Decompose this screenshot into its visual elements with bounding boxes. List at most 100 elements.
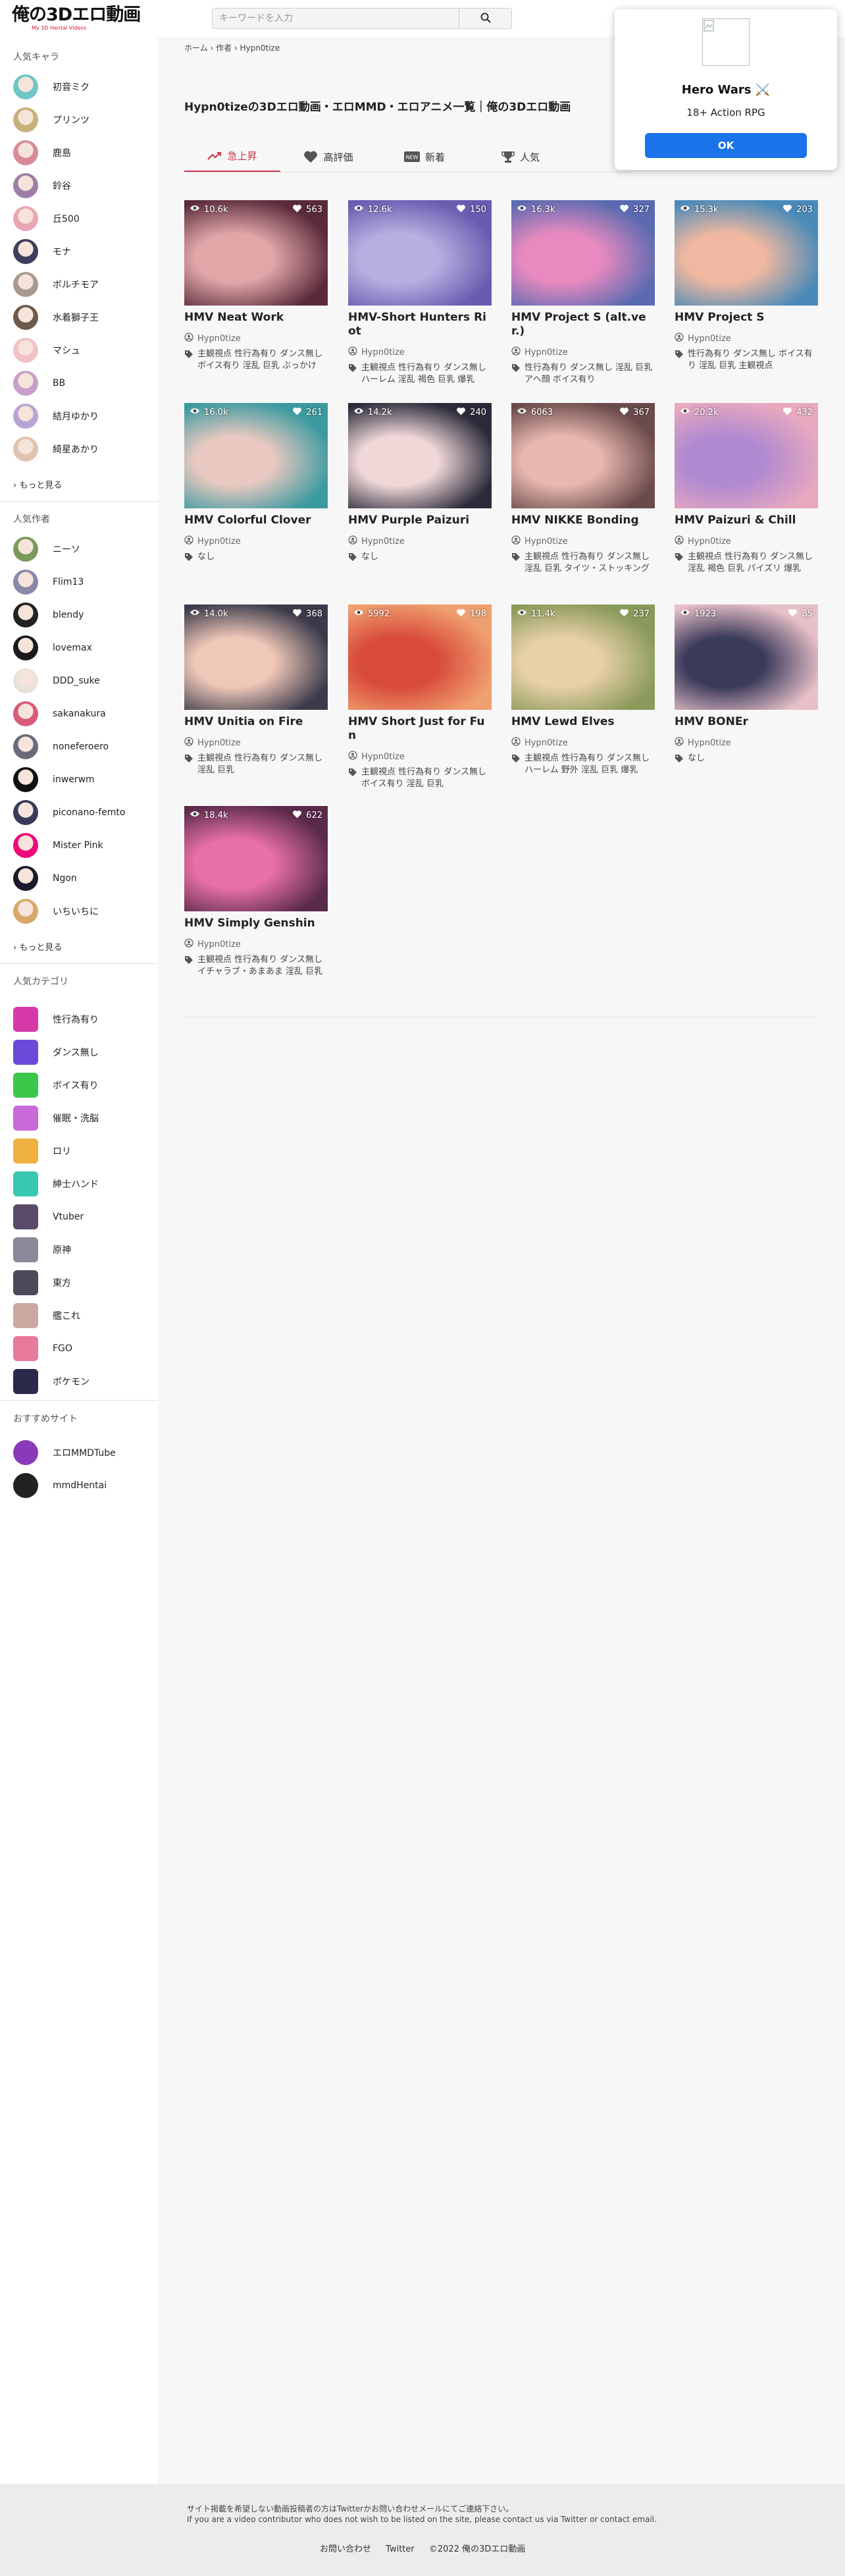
sidebar-item[interactable]: blendy — [13, 601, 155, 630]
video-title[interactable]: HMV Lewd Elves — [511, 715, 655, 729]
sidebar-item[interactable]: Mister Pink — [13, 831, 155, 860]
tags-text[interactable]: 主観視点 性行為有り ダンス無し ハーレム 淫乱 褐色 巨乳 爆乳 — [361, 362, 492, 386]
video-author[interactable]: Hypn0tize — [184, 333, 328, 344]
sidebar-item[interactable]: noneferoero — [13, 732, 155, 761]
video-author[interactable]: Hypn0tize — [675, 535, 818, 547]
tags-text[interactable]: 性行為有り ダンス無し ボイス有り 淫乱 巨乳 主観視点 — [688, 348, 818, 372]
video-author[interactable]: Hypn0tize — [511, 535, 655, 547]
sidebar-item[interactable]: 原神 — [13, 1235, 155, 1264]
tags-text[interactable]: 性行為有り ダンス無し 淫乱 巨乳 アヘ顔 ボイス有り — [525, 362, 655, 386]
video-thumbnail[interactable]: 12.6k 150 — [348, 200, 492, 306]
video-card[interactable]: 1923 85 HMV BONEr Hypn0tize なし — [675, 604, 818, 767]
video-thumbnail[interactable]: 5992 198 — [348, 604, 492, 710]
sidebar-item[interactable]: Flim13 — [13, 568, 155, 597]
video-thumbnail[interactable]: 14.0k 368 — [184, 604, 328, 710]
sidebar-item[interactable]: piconano-femto — [13, 798, 155, 827]
tags-text[interactable]: なし — [197, 551, 215, 563]
video-title[interactable]: HMV Paizuri & Chill — [675, 514, 818, 527]
site-logo[interactable]: 俺の3Dエロ動画 My 3D Hentai Videos — [12, 5, 141, 32]
show-more-link[interactable]: › もっと見る — [13, 478, 62, 491]
video-card[interactable]: 14.2k 240 HMV Purple Paizuri Hypn0tize な… — [348, 403, 492, 566]
sidebar-item[interactable]: lovemax — [13, 633, 155, 662]
tags-text[interactable]: 主観視点 性行為有り ダンス無し ボイス有り 淫乱 巨乳 ぶっかけ — [197, 348, 328, 372]
sidebar-item[interactable]: 初音ミク — [13, 72, 155, 101]
sidebar-item[interactable]: 東方 — [13, 1268, 155, 1297]
tags-text[interactable]: 主観視点 性行為有り ダンス無し ボイス有り 淫乱 巨乳 — [361, 766, 492, 790]
video-thumbnail[interactable]: 6063 367 — [511, 403, 655, 508]
sidebar-item[interactable]: sakanakura — [13, 699, 155, 728]
video-thumbnail[interactable]: 16.0k 261 — [184, 403, 328, 508]
sidebar-item[interactable]: ボイス有り — [13, 1071, 155, 1100]
video-thumbnail[interactable]: 18.4k 622 — [184, 806, 328, 911]
video-card[interactable]: 5992 198 HMV Short Just for Fun Hypn0tiz… — [348, 604, 492, 790]
video-title[interactable]: HMV-Short Hunters Riot — [348, 311, 492, 338]
video-card[interactable]: 16.0k 261 HMV Colorful Clover Hypn0tize … — [184, 403, 328, 566]
sidebar-item[interactable]: 性行為有り — [13, 1005, 155, 1034]
video-card[interactable]: 20.2k 432 HMV Paizuri & Chill Hypn0tize … — [675, 403, 818, 575]
video-thumbnail[interactable]: 11.4k 237 — [511, 604, 655, 710]
video-author[interactable]: Hypn0tize — [511, 346, 655, 358]
video-title[interactable]: HMV BONEr — [675, 715, 818, 729]
video-title[interactable]: HMV Project S (alt.ver.) — [511, 311, 655, 338]
video-card[interactable]: 6063 367 HMV NIKKE Bonding Hypn0tize 主観視… — [511, 403, 655, 575]
breadcrumb[interactable]: ホーム › 作者 › Hypn0tize — [184, 42, 280, 53]
video-thumbnail[interactable]: 20.2k 432 — [675, 403, 818, 508]
video-card[interactable]: 16.3k 327 HMV Project S (alt.ver.) Hypn0… — [511, 200, 655, 386]
video-author[interactable]: Hypn0tize — [184, 535, 328, 547]
sidebar-item[interactable]: いちいちに — [13, 897, 155, 926]
search-button[interactable] — [459, 8, 512, 29]
twitter-link[interactable]: Twitter — [386, 2544, 415, 2554]
video-title[interactable]: HMV NIKKE Bonding — [511, 514, 655, 527]
sidebar-item[interactable]: ロリ — [13, 1137, 155, 1166]
sidebar-item[interactable]: 紳士ハンド — [13, 1169, 155, 1198]
video-card[interactable]: 14.0k 368 HMV Unitia on Fire Hypn0tize 主… — [184, 604, 328, 776]
sidebar-item[interactable]: BB — [13, 369, 155, 398]
video-thumbnail[interactable]: 14.2k 240 — [348, 403, 492, 508]
sidebar-item[interactable]: 鹿島 — [13, 138, 155, 167]
sidebar-item[interactable]: モナ — [13, 237, 155, 266]
video-title[interactable]: HMV Unitia on Fire — [184, 715, 328, 729]
show-more-link[interactable]: › もっと見る — [13, 940, 62, 953]
sidebar-item[interactable]: Vtuber — [13, 1202, 155, 1231]
sidebar-item[interactable]: 催眠・洗脳 — [13, 1104, 155, 1133]
sidebar-item[interactable]: マシュ — [13, 336, 155, 365]
video-thumbnail[interactable]: 10.6k 563 — [184, 200, 328, 306]
video-card[interactable]: 11.4k 237 HMV Lewd Elves Hypn0tize 主観視点 … — [511, 604, 655, 776]
ok-button[interactable]: OK — [645, 133, 807, 158]
video-card[interactable]: 15.3k 203 HMV Project S Hypn0tize 性行為有り … — [675, 200, 818, 372]
tab-top-rated[interactable]: 高評価 — [280, 141, 376, 173]
video-author[interactable]: Hypn0tize — [348, 346, 492, 358]
sidebar-item[interactable]: 艦これ — [13, 1301, 155, 1330]
sidebar-item[interactable]: エロMMDTube — [13, 1438, 155, 1467]
video-title[interactable]: HMV Short Just for Fun — [348, 715, 492, 743]
video-title[interactable]: HMV Colorful Clover — [184, 514, 328, 527]
video-author[interactable]: Hypn0tize — [184, 737, 328, 749]
tags-text[interactable]: 主観視点 性行為有り ダンス無し 淫乱 巨乳 — [197, 753, 328, 776]
sidebar-item[interactable]: DDD_suke — [13, 666, 155, 695]
sidebar-item[interactable]: ボルチモア — [13, 270, 155, 299]
video-author[interactable]: Hypn0tize — [348, 535, 492, 547]
tags-text[interactable]: 主観視点 性行為有り ダンス無し イチャラブ・あまあま 淫乱 巨乳 — [197, 954, 328, 978]
tags-text[interactable]: なし — [688, 753, 705, 765]
video-thumbnail[interactable]: 15.3k 203 — [675, 200, 818, 306]
tab-new[interactable]: NEW 新着 — [376, 141, 473, 173]
video-author[interactable]: Hypn0tize — [675, 333, 818, 344]
video-title[interactable]: HMV Project S — [675, 311, 818, 325]
video-title[interactable]: HMV Purple Paizuri — [348, 514, 492, 527]
sidebar-item[interactable]: inwerwm — [13, 765, 155, 794]
tags-text[interactable]: 主観視点 性行為有り ダンス無し 淫乱 巨乳 タイツ・ストッキング — [525, 551, 655, 575]
video-thumbnail[interactable]: 16.3k 327 — [511, 200, 655, 306]
video-title[interactable]: HMV Simply Genshin — [184, 917, 328, 930]
video-author[interactable]: Hypn0tize — [348, 751, 492, 763]
sidebar-item[interactable]: 丘500 — [13, 204, 155, 233]
video-author[interactable]: Hypn0tize — [511, 737, 655, 749]
sidebar-item[interactable]: 綺星あかり — [13, 435, 155, 464]
sidebar-item[interactable]: ダンス無し — [13, 1038, 155, 1067]
video-title[interactable]: HMV Neat Work — [184, 311, 328, 325]
tab-trending[interactable]: 急上昇 — [184, 141, 280, 173]
video-author[interactable]: Hypn0tize — [184, 938, 328, 950]
video-author[interactable]: Hypn0tize — [675, 737, 818, 749]
sidebar-item[interactable]: ポケモン — [13, 1367, 155, 1396]
video-card[interactable]: 18.4k 622 HMV Simply Genshin Hypn0tize 主… — [184, 806, 328, 978]
tags-text[interactable]: 主観視点 性行為有り ダンス無し 淫乱 褐色 巨乳 パイズリ 爆乳 — [688, 551, 818, 575]
